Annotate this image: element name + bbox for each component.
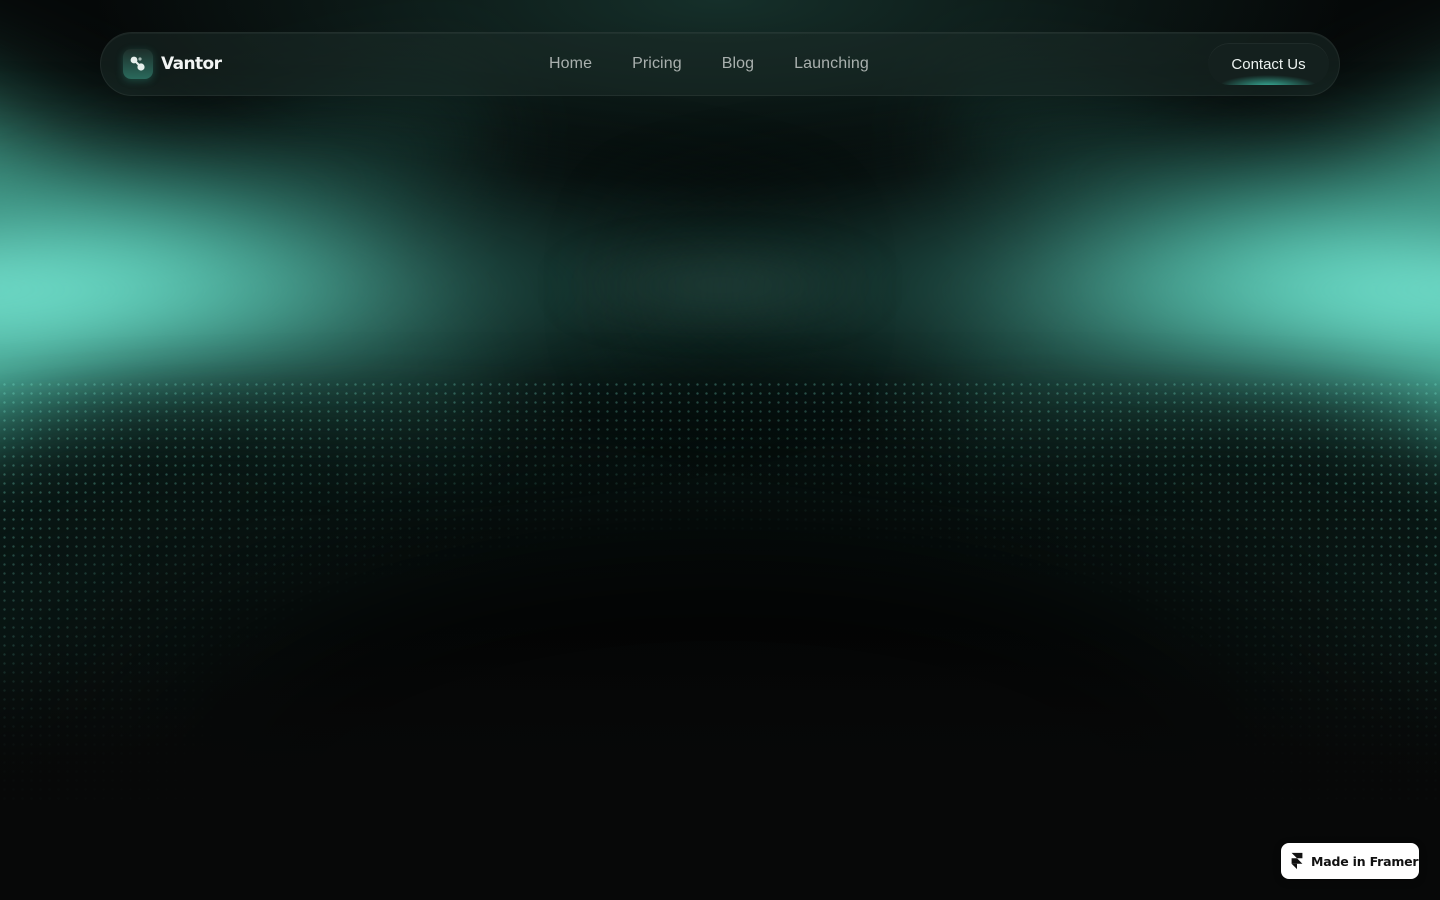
nav-link-blog[interactable]: Blog (722, 55, 754, 73)
made-in-framer-badge[interactable]: Made in Framer (1281, 843, 1419, 879)
nav-links: Home Pricing Blog Launching (549, 33, 869, 95)
nav-link-pricing[interactable]: Pricing (632, 55, 682, 73)
made-in-framer-label: Made in Framer (1311, 853, 1419, 869)
contact-us-button[interactable]: Contact Us (1208, 43, 1329, 85)
navbar: Vantor Home Pricing Blog Launching Conta… (100, 32, 1340, 96)
brand-link[interactable]: Vantor (123, 49, 222, 79)
page: Vantor Home Pricing Blog Launching Conta… (0, 0, 1440, 900)
bottom-fade (0, 640, 1440, 900)
nav-link-home[interactable]: Home (549, 55, 592, 73)
nav-link-launching[interactable]: Launching (794, 55, 869, 73)
brand-name: Vantor (161, 54, 222, 74)
center-glow (560, 250, 880, 320)
molecule-icon (123, 49, 153, 79)
framer-logo-icon (1291, 852, 1303, 870)
